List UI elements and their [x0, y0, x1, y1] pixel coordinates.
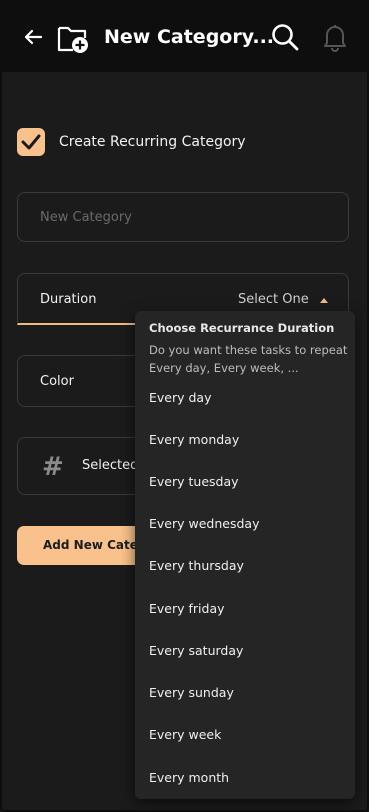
dropdown-option[interactable]: Every day — [149, 390, 212, 405]
dropdown-option[interactable]: Every friday — [149, 601, 225, 616]
hash-icon: # — [42, 452, 64, 482]
dropdown-option[interactable]: Every monday — [149, 432, 239, 447]
page-title: New Category... — [104, 26, 275, 48]
dropdown-option[interactable]: Every week — [149, 727, 221, 742]
dropdown-option[interactable]: Every saturday — [149, 643, 243, 658]
color-label: Color — [40, 374, 74, 389]
recurring-label: Create Recurring Category — [59, 134, 246, 150]
recurring-checkbox[interactable] — [17, 128, 45, 156]
back-arrow-icon[interactable] — [22, 26, 44, 48]
duration-label: Duration — [40, 292, 97, 307]
dropdown-option[interactable]: Every tuesday — [149, 474, 239, 489]
dropdown-option[interactable]: Every sunday — [149, 685, 234, 700]
dropdown-description: Do you want these tasks to repeat Every … — [149, 343, 348, 375]
category-name-placeholder: New Category — [40, 210, 132, 225]
app-header: New Category... — [0, 0, 369, 72]
bell-icon[interactable] — [321, 22, 349, 52]
search-icon[interactable] — [270, 22, 300, 52]
duration-dropdown: Choose Recurrance Duration Do you want t… — [135, 311, 355, 799]
dropdown-option[interactable]: Every thursday — [149, 558, 244, 573]
checkmark-icon — [21, 134, 41, 150]
folder-add-icon — [57, 26, 88, 53]
category-name-input[interactable]: New Category — [17, 192, 349, 242]
dropdown-title: Choose Recurrance Duration — [149, 321, 335, 335]
dropdown-option[interactable]: Every month — [149, 770, 229, 785]
caret-up-icon — [320, 298, 328, 303]
dropdown-option[interactable]: Every wednesday — [149, 516, 259, 531]
duration-value: Select One — [238, 292, 309, 307]
